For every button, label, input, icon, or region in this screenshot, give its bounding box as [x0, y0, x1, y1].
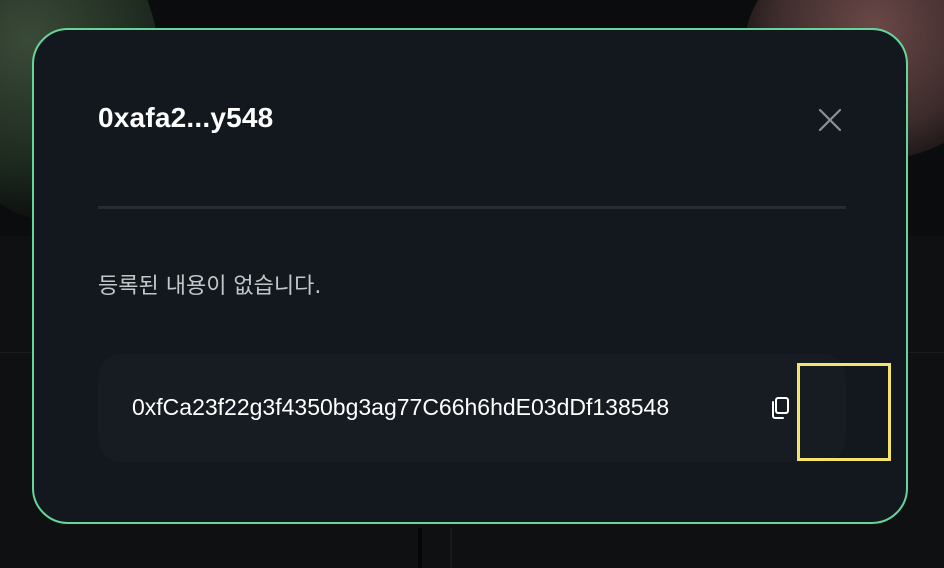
background-divider — [418, 528, 422, 568]
close-icon — [818, 108, 842, 132]
empty-message: 등록된 내용이 없습니다. — [98, 274, 322, 299]
close-button[interactable] — [812, 102, 848, 138]
background-divider — [450, 528, 452, 568]
wallet-address: 0xfCa23f22g3f4350bg3ag77C66h6hdE03dDf138… — [132, 394, 670, 420]
copy-icon — [772, 397, 789, 419]
address-modal: 0xafa2...y548 등록된 내용이 없습니다. 0xfCa23f22g3… — [32, 28, 908, 524]
modal-divider — [98, 206, 846, 209]
copy-button[interactable] — [768, 395, 792, 421]
address-field: 0xfCa23f22g3f4350bg3ag77C66h6hdE03dDf138… — [98, 354, 846, 462]
modal-title: 0xafa2...y548 — [98, 102, 274, 133]
